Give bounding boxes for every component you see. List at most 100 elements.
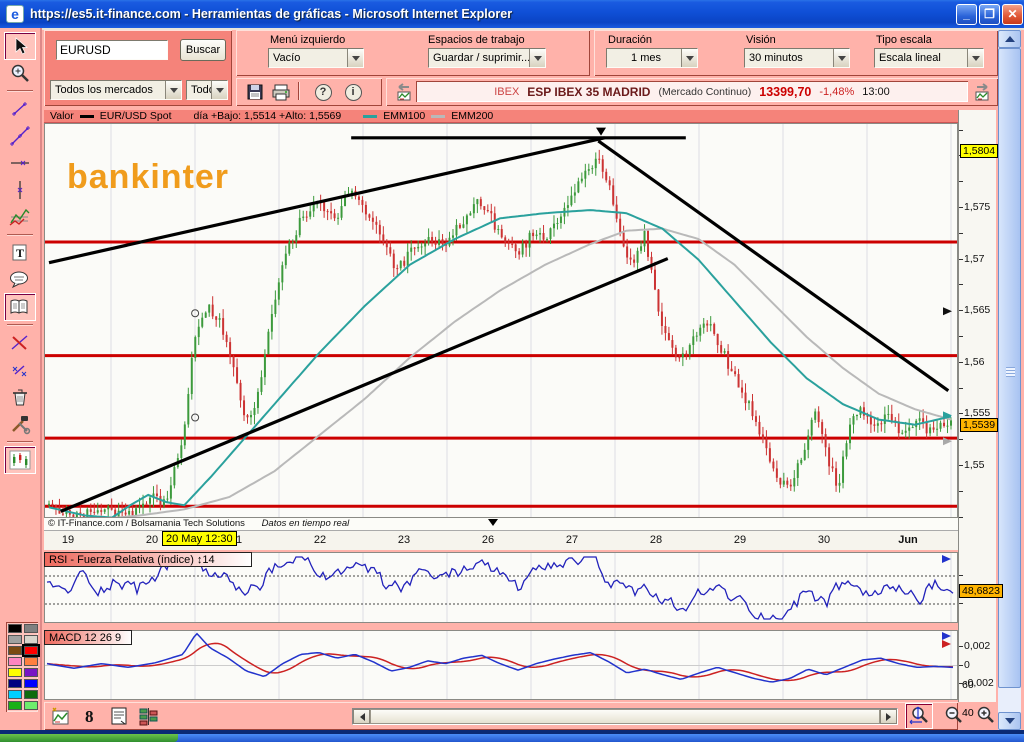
macd-axis-label: 0 xyxy=(964,659,970,671)
forecast-tool-icon[interactable] xyxy=(5,204,35,230)
menu-left-select[interactable]: Vacío xyxy=(268,48,364,68)
text-tool-icon[interactable]: T xyxy=(5,240,35,266)
comment-tool-icon[interactable] xyxy=(5,267,35,293)
color-swatch[interactable] xyxy=(8,690,22,699)
search-button[interactable]: Buscar xyxy=(180,39,226,61)
previous-chart-icon[interactable] xyxy=(390,80,416,104)
info-icon[interactable]: i xyxy=(340,80,366,104)
color-swatch[interactable] xyxy=(24,635,38,644)
print-icon[interactable] xyxy=(268,80,294,104)
price-chart[interactable]: bankinter xyxy=(44,123,958,518)
x-axis-label: 29 xyxy=(723,534,757,546)
chevron-down-icon[interactable] xyxy=(347,49,363,67)
horizontal-scrollbar[interactable] xyxy=(352,708,898,725)
color-swatch[interactable] xyxy=(24,690,38,699)
chart-legend: Valor EUR/USD Spot día +Bajo: 1,5514 +Al… xyxy=(44,110,958,123)
axis-tick xyxy=(959,336,963,337)
duration-select[interactable]: 1 mes xyxy=(606,48,698,68)
vision-select[interactable]: 30 minutos xyxy=(744,48,850,68)
help-icon[interactable]: ? xyxy=(310,80,336,104)
rsi-header[interactable]: RSI - Fuerza Relativa (índice) ↕14 xyxy=(44,552,252,567)
series-dash-icon xyxy=(80,115,94,118)
color-swatch[interactable] xyxy=(8,657,22,666)
toolbar-separator xyxy=(7,441,33,443)
start-button-fragment[interactable] xyxy=(0,734,178,742)
color-swatch[interactable] xyxy=(24,701,38,710)
toolbar-separator xyxy=(7,324,33,326)
trash-tool-icon[interactable] xyxy=(5,384,35,410)
scrollbar-thumb[interactable] xyxy=(370,709,880,724)
workspaces-select[interactable]: Guardar / suprimir... xyxy=(428,48,546,68)
title-bar[interactable]: e https://es5.it-finance.com - Herramien… xyxy=(0,0,1024,28)
book-tool-icon[interactable] xyxy=(5,294,35,320)
price-axis: 1,5751,571,5651,561,5551,551,58041,55396… xyxy=(958,110,996,702)
chart-new-icon[interactable] xyxy=(48,704,74,728)
chevron-down-icon[interactable] xyxy=(967,49,983,67)
zoom-out-icon[interactable] xyxy=(940,704,966,728)
vertical-line-tool-icon[interactable] xyxy=(5,177,35,203)
duration-value: 1 mes xyxy=(607,52,681,64)
scale-type-select[interactable]: Escala lineal xyxy=(874,48,984,68)
color-swatch[interactable] xyxy=(8,635,22,644)
drawing-toolbar: T xyxy=(0,28,42,733)
pointer-tool-icon[interactable] xyxy=(5,33,35,59)
window-title: https://es5.it-finance.com - Herramienta… xyxy=(30,7,512,21)
scroll-up-icon[interactable] xyxy=(998,30,1021,48)
scroll-left-icon[interactable] xyxy=(353,709,370,724)
color-swatch[interactable] xyxy=(24,657,38,666)
realtime-text: Datos en tiempo real xyxy=(262,518,350,529)
restore-button[interactable]: ❐ xyxy=(979,4,1000,25)
axis-tick xyxy=(959,388,963,389)
vision-value: 30 minutos xyxy=(745,52,833,64)
link-icon[interactable]: 8 xyxy=(76,704,102,728)
horizontal-line-tool-icon[interactable] xyxy=(5,150,35,176)
erase-object-tool-icon[interactable] xyxy=(5,357,35,383)
axis-tick xyxy=(959,284,963,285)
segment-tool-icon[interactable] xyxy=(5,96,35,122)
rsi-edge-arrow-icon xyxy=(942,555,951,563)
color-swatch[interactable] xyxy=(24,668,38,677)
macd-header[interactable]: MACD 12 26 9 xyxy=(44,630,132,645)
next-chart-icon[interactable] xyxy=(970,80,996,104)
menu-left-label: Menú izquierdo xyxy=(270,34,345,46)
color-swatch[interactable] xyxy=(8,679,22,688)
color-swatch[interactable] xyxy=(24,679,38,688)
chevron-down-icon[interactable] xyxy=(681,49,697,67)
color-swatch[interactable] xyxy=(8,624,22,633)
color-swatch[interactable] xyxy=(24,624,38,633)
color-swatch[interactable] xyxy=(8,646,22,655)
chevron-down-icon[interactable] xyxy=(211,81,227,99)
macd-chart[interactable] xyxy=(44,630,958,700)
chevron-down-icon[interactable] xyxy=(833,49,849,67)
menu-left-value: Vacío xyxy=(269,52,347,64)
settings-tool-icon[interactable] xyxy=(5,411,35,437)
chevron-down-icon[interactable] xyxy=(165,81,181,99)
axis-tick xyxy=(959,683,963,684)
color-swatch[interactable] xyxy=(24,646,38,655)
chevron-down-icon[interactable] xyxy=(529,49,545,67)
color-swatch[interactable] xyxy=(8,701,22,710)
erase-line-tool-icon[interactable] xyxy=(5,330,35,356)
ticker-market: (Mercado Continuo) xyxy=(658,86,751,98)
last-price-tag: 1,5539 xyxy=(960,418,998,432)
trendline-tool-icon[interactable] xyxy=(5,123,35,149)
zoom-in-icon[interactable] xyxy=(972,704,998,728)
vertical-scrollbar[interactable] xyxy=(998,30,1021,730)
scroll-down-icon[interactable] xyxy=(998,712,1021,730)
chart-style-tool-icon[interactable] xyxy=(5,447,35,473)
color-swatch[interactable] xyxy=(8,668,22,677)
zoom-fit-icon[interactable] xyxy=(906,704,932,728)
x-axis-label: 26 xyxy=(471,534,505,546)
instruments-select[interactable]: Todos xyxy=(186,80,228,100)
minimize-button[interactable]: _ xyxy=(956,4,977,25)
markets-select[interactable]: Todos los mercados xyxy=(50,80,182,100)
scroll-right-icon[interactable] xyxy=(880,709,897,724)
ticker-panel: IBEX ESP IBEX 35 MADRID (Mercado Continu… xyxy=(386,78,998,106)
save-icon[interactable] xyxy=(242,80,268,104)
note-icon[interactable] xyxy=(106,704,132,728)
zoom-tool-icon[interactable] xyxy=(5,60,35,86)
index-ticker[interactable]: IBEX ESP IBEX 35 MADRID (Mercado Continu… xyxy=(416,81,968,102)
compare-icon[interactable] xyxy=(136,704,162,728)
symbol-input[interactable] xyxy=(56,40,168,60)
close-button[interactable]: ✕ xyxy=(1002,4,1023,25)
